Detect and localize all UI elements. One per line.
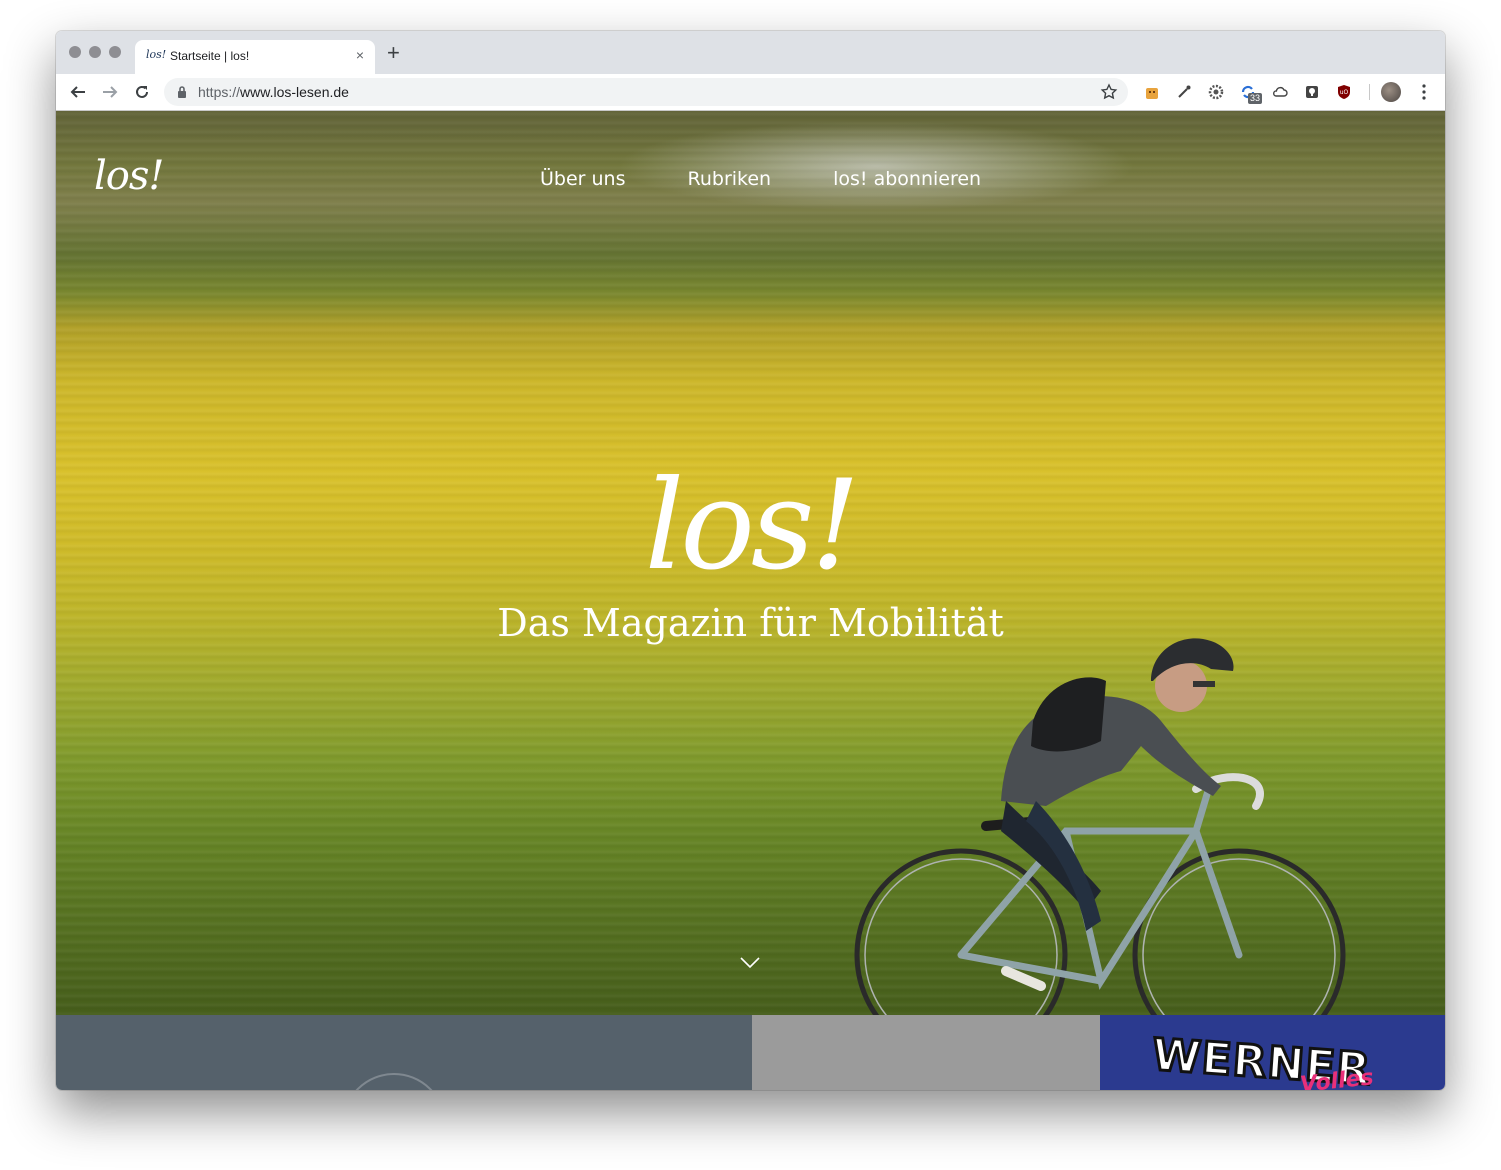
url-scheme: https:// [198, 84, 241, 100]
gear-icon[interactable] [1208, 84, 1224, 100]
lock-icon [178, 86, 186, 98]
kebab-menu-icon [1422, 84, 1426, 100]
teaser-card-1[interactable] [56, 1015, 752, 1090]
forward-button[interactable] [98, 80, 122, 104]
window-maximize-button[interactable] [109, 46, 121, 58]
lightbulb-icon[interactable] [1304, 84, 1320, 100]
site-logo[interactable]: los! [94, 153, 164, 199]
new-tab-button[interactable]: + [387, 42, 400, 64]
sync-extension-icon[interactable]: 33 [1240, 84, 1263, 104]
cloud-icon[interactable] [1272, 84, 1288, 100]
nav-abonnieren[interactable]: los! abonnieren [833, 168, 981, 190]
extension-bag-icon[interactable] [1144, 84, 1160, 100]
tab-strip: los! Startseite | los! × + [56, 31, 1445, 74]
browser-window: los! Startseite | los! × + https://www.l… [56, 31, 1445, 1090]
url-host: www.los-lesen.de [240, 84, 349, 100]
tab-close-button[interactable]: × [356, 47, 364, 63]
arrow-right-icon [103, 86, 118, 98]
teaser-image-1 [342, 1073, 446, 1090]
url-text: https://www.los-lesen.de [198, 84, 349, 100]
hero-logo: los! [644, 454, 861, 598]
reload-button[interactable] [130, 80, 154, 104]
hero-tagline: Das Magazin für Mobilität [497, 601, 1004, 645]
window-close-button[interactable] [69, 46, 81, 58]
chevron-down-icon[interactable] [739, 956, 761, 970]
tab-favicon: los! [146, 48, 167, 61]
nav-rubriken[interactable]: Rubriken [688, 168, 772, 190]
arrow-left-icon [70, 86, 85, 98]
hero-section: los! Über uns Rubriken los! abonnieren l… [56, 111, 1445, 1015]
nav-ueber-uns[interactable]: Über uns [540, 168, 626, 190]
profile-avatar[interactable] [1381, 82, 1401, 102]
main-navigation: Über uns Rubriken los! abonnieren [540, 168, 1043, 190]
extension-badge: 33 [1248, 93, 1263, 104]
tab-startseite[interactable]: los! Startseite | los! × [135, 40, 375, 74]
kebab-menu-button[interactable] [1418, 82, 1430, 107]
toolbar-separator [1369, 84, 1370, 100]
reload-icon [136, 85, 148, 98]
shield-icon[interactable]: uO [1336, 84, 1352, 100]
back-button[interactable] [66, 80, 90, 104]
svg-text:uO: uO [1340, 89, 1349, 96]
window-minimize-button[interactable] [89, 46, 101, 58]
tab-title: Startseite | los! [170, 49, 250, 63]
eyedropper-icon[interactable] [1176, 84, 1192, 100]
page-viewport: los! Über uns Rubriken los! abonnieren l… [56, 111, 1445, 1090]
teaser-card-3[interactable]: WERNER Volles [1100, 1015, 1445, 1090]
address-bar[interactable]: https://www.los-lesen.de [164, 78, 1128, 106]
browser-toolbar: https://www.los-lesen.de 33 uO [56, 74, 1445, 111]
star-icon[interactable] [1100, 83, 1118, 101]
teaser-card-2[interactable] [752, 1015, 1100, 1090]
